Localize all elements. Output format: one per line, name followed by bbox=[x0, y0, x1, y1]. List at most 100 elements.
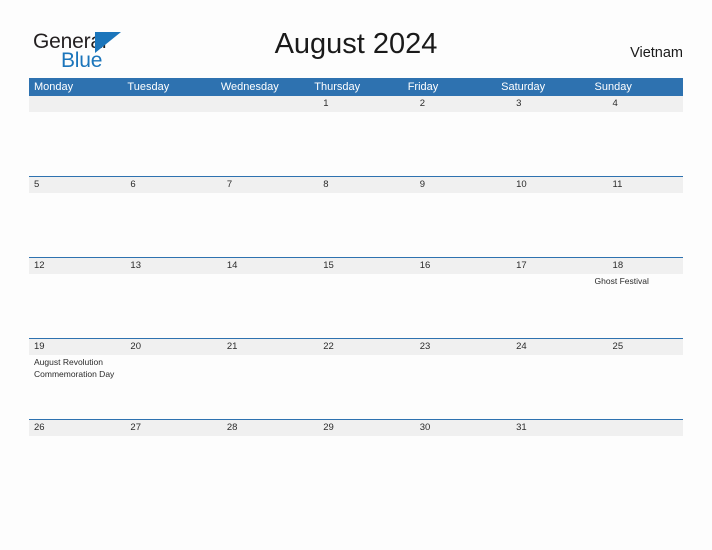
week-number-band: 19 20 21 22 23 24 25 bbox=[29, 339, 683, 355]
day-header-sunday: Sunday bbox=[594, 81, 632, 93]
page-title: August 2024 bbox=[274, 28, 438, 60]
calendar-week-row: 1 2 3 4 bbox=[29, 96, 683, 176]
day-number[interactable]: 17 bbox=[496, 258, 589, 274]
day-cell[interactable] bbox=[496, 274, 589, 338]
week-number-band: 26 27 28 29 30 31 bbox=[29, 420, 683, 436]
day-number[interactable]: 1 bbox=[309, 96, 402, 112]
day-number[interactable]: 23 bbox=[403, 339, 496, 355]
event-label: Ghost Festival bbox=[594, 276, 649, 286]
day-cell[interactable] bbox=[590, 436, 683, 536]
day-number[interactable]: 31 bbox=[496, 420, 589, 436]
day-cell[interactable] bbox=[122, 355, 215, 419]
day-number[interactable]: 4 bbox=[590, 96, 683, 112]
day-number[interactable]: 11 bbox=[590, 177, 683, 193]
calendar-week-row: 26 27 28 29 30 31 bbox=[29, 419, 683, 536]
day-cell[interactable] bbox=[403, 436, 496, 536]
day-cell[interactable] bbox=[216, 436, 309, 536]
day-cell[interactable] bbox=[590, 112, 683, 176]
day-cell[interactable] bbox=[309, 355, 402, 419]
day-cell[interactable] bbox=[122, 436, 215, 536]
day-cell[interactable] bbox=[216, 274, 309, 338]
day-cell[interactable] bbox=[122, 112, 215, 176]
day-number[interactable]: 24 bbox=[496, 339, 589, 355]
day-cell[interactable] bbox=[29, 112, 122, 176]
day-cell[interactable] bbox=[403, 112, 496, 176]
day-number[interactable]: 3 bbox=[496, 96, 589, 112]
day-cell[interactable] bbox=[496, 355, 589, 419]
region-label: Vietnam bbox=[630, 45, 683, 61]
day-cell[interactable] bbox=[590, 193, 683, 257]
page-header: General Blue August 2024 Vietnam bbox=[0, 0, 712, 78]
day-header-thursday: Thursday bbox=[314, 81, 361, 93]
day-number[interactable]: 7 bbox=[216, 177, 309, 193]
day-number[interactable]: 13 bbox=[122, 258, 215, 274]
day-number[interactable]: 27 bbox=[122, 420, 215, 436]
calendar-page: General Blue August 2024 Vietnam Monday … bbox=[0, 0, 712, 550]
day-cell[interactable] bbox=[590, 355, 683, 419]
day-cell[interactable] bbox=[309, 436, 402, 536]
day-cell[interactable] bbox=[309, 274, 402, 338]
day-number[interactable]: 30 bbox=[403, 420, 496, 436]
day-cell[interactable] bbox=[216, 112, 309, 176]
day-number[interactable]: 5 bbox=[29, 177, 122, 193]
week-event-band: Ghost Festival bbox=[29, 274, 683, 338]
day-cell[interactable] bbox=[496, 436, 589, 536]
day-cell[interactable] bbox=[216, 193, 309, 257]
calendar-week-row: 5 6 7 8 9 10 11 bbox=[29, 176, 683, 257]
day-number[interactable] bbox=[590, 420, 683, 436]
week-event-band bbox=[29, 436, 683, 536]
day-number[interactable] bbox=[122, 96, 215, 112]
day-cell[interactable] bbox=[309, 193, 402, 257]
day-number[interactable]: 16 bbox=[403, 258, 496, 274]
day-header-wednesday: Wednesday bbox=[220, 81, 279, 93]
day-number[interactable]: 2 bbox=[403, 96, 496, 112]
day-cell[interactable] bbox=[122, 274, 215, 338]
day-number[interactable]: 26 bbox=[29, 420, 122, 436]
day-number[interactable] bbox=[216, 96, 309, 112]
day-number[interactable]: 28 bbox=[216, 420, 309, 436]
day-header-monday: Monday bbox=[34, 81, 74, 93]
day-header-saturday: Saturday bbox=[501, 81, 546, 93]
event-label: August Revolution Commemoration Day bbox=[34, 357, 115, 379]
day-number[interactable]: 6 bbox=[122, 177, 215, 193]
calendar-week-row: 19 20 21 22 23 24 25 August Revolution C… bbox=[29, 338, 683, 419]
day-cell[interactable] bbox=[496, 112, 589, 176]
week-number-band: 1 2 3 4 bbox=[29, 96, 683, 112]
day-number[interactable]: 29 bbox=[309, 420, 402, 436]
day-cell[interactable] bbox=[403, 355, 496, 419]
day-number[interactable]: 25 bbox=[590, 339, 683, 355]
day-number[interactable]: 10 bbox=[496, 177, 589, 193]
day-number[interactable] bbox=[29, 96, 122, 112]
day-cell[interactable] bbox=[403, 274, 496, 338]
day-number[interactable]: 22 bbox=[309, 339, 402, 355]
day-number[interactable]: 18 bbox=[590, 258, 683, 274]
week-event-band bbox=[29, 193, 683, 257]
week-number-band: 12 13 14 15 16 17 18 bbox=[29, 258, 683, 274]
day-cell[interactable] bbox=[29, 193, 122, 257]
day-number[interactable]: 19 bbox=[29, 339, 122, 355]
day-cell[interactable] bbox=[29, 436, 122, 536]
day-header-friday: Friday bbox=[407, 81, 439, 93]
day-cell[interactable] bbox=[29, 274, 122, 338]
day-number[interactable]: 9 bbox=[403, 177, 496, 193]
day-cell[interactable] bbox=[403, 193, 496, 257]
week-number-band: 5 6 7 8 9 10 11 bbox=[29, 177, 683, 193]
day-cell[interactable] bbox=[216, 355, 309, 419]
day-cell[interactable] bbox=[122, 193, 215, 257]
day-cell[interactable]: August Revolution Commemoration Day bbox=[29, 355, 122, 419]
day-header-tuesday: Tuesday bbox=[127, 81, 170, 93]
day-number[interactable]: 12 bbox=[29, 258, 122, 274]
day-number[interactable]: 15 bbox=[309, 258, 402, 274]
day-cell[interactable] bbox=[309, 112, 402, 176]
day-number[interactable]: 20 bbox=[122, 339, 215, 355]
day-cell[interactable] bbox=[496, 193, 589, 257]
day-number[interactable]: 14 bbox=[216, 258, 309, 274]
day-cell[interactable]: Ghost Festival bbox=[590, 274, 683, 338]
week-event-band bbox=[29, 112, 683, 176]
week-event-band: August Revolution Commemoration Day bbox=[29, 355, 683, 419]
calendar-grid: Monday Tuesday Wednesday Thursday Friday… bbox=[29, 78, 683, 536]
calendar-week-row: 12 13 14 15 16 17 18 Ghost Festival bbox=[29, 257, 683, 338]
day-number[interactable]: 21 bbox=[216, 339, 309, 355]
day-of-week-header-row: Monday Tuesday Wednesday Thursday Friday… bbox=[29, 78, 683, 96]
day-number[interactable]: 8 bbox=[309, 177, 402, 193]
